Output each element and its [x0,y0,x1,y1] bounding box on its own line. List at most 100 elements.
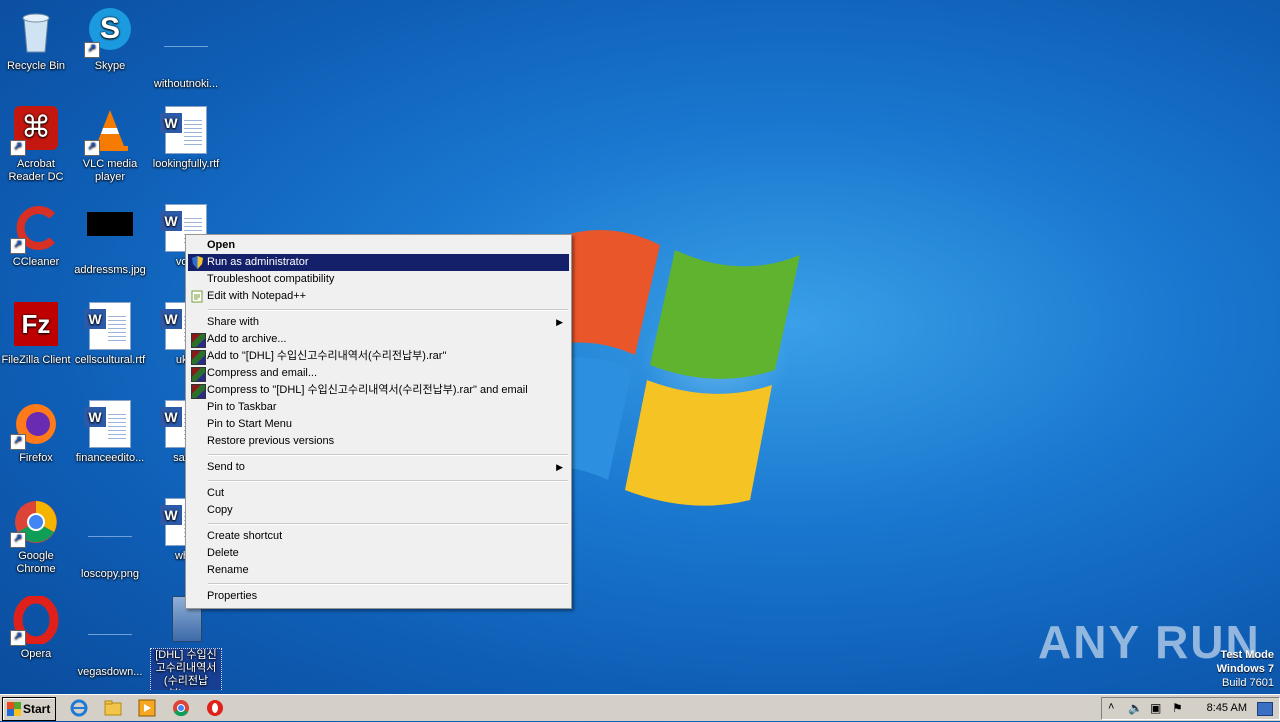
action-center-flag-icon[interactable]: ⚑ [1172,701,1183,715]
build-text: Build 7601 [1222,677,1274,689]
system-tray: ˄ 🔈 ▣ ⚑ 8:45 AM [1101,697,1280,720]
winrar-icon [191,350,206,365]
menu-item-compress-email[interactable]: Compress and email... [188,365,569,382]
desktop-icon-financeedito[interactable]: W financeedito... [74,394,146,465]
menu-item-open[interactable]: Open [188,237,569,254]
menu-item-compress-to-rar-email[interactable]: Compress to "[DHL] 수입신고수리내역서(수리전납부).rar"… [188,382,569,399]
ccleaner-icon: ↗ [10,204,60,254]
menu-item-pin-taskbar[interactable]: Pin to Taskbar [188,399,569,416]
desktop-icon-acrobat[interactable]: ⌘ ↗ Acrobat Reader DC [0,100,72,184]
icon-label: Google Chrome [16,550,56,575]
menu-item-add-to-archive[interactable]: Add to archive... [188,331,569,348]
media-player-icon[interactable] [138,699,156,717]
internet-explorer-icon[interactable] [70,699,88,717]
desktop-icon-chrome[interactable]: ↗ Google Chrome [0,492,72,576]
menu-item-properties[interactable]: Properties [188,588,569,605]
menu-item-label: Create shortcut [207,530,283,542]
menu-item-label: Edit with Notepad++ [207,290,307,302]
taskbar: Start ˄ 🔈 ▣ ⚑ 8:45 AM [0,694,1280,721]
menu-item-label: Compress and email... [207,367,318,379]
submenu-arrow-icon: ▶ [556,317,563,327]
icon-label: Acrobat Reader DC [8,158,64,183]
menu-item-cut[interactable]: Cut [188,485,569,502]
winrar-icon [191,367,206,382]
icon-label: vegasdown... [77,666,143,678]
menu-item-rename[interactable]: Rename [188,562,569,579]
menu-item-create-shortcut[interactable]: Create shortcut [188,528,569,545]
menu-item-edit-notepadpp[interactable]: Edit with Notepad++ [188,288,569,305]
context-menu: Open Run as administrator Troubleshoot c… [185,234,572,609]
submenu-arrow-icon: ▶ [556,462,563,472]
icon-label: addressms.jpg [74,264,146,276]
opera-icon: ↗ [10,594,60,646]
vlc-icon: ↗ [84,106,134,156]
menu-item-copy[interactable]: Copy [188,502,569,519]
icon-label: VLC media player [82,158,138,183]
menu-item-send-to[interactable]: Send to ▶ [188,459,569,476]
menu-item-label: Pin to Taskbar [207,401,277,413]
desktop-icon-skype[interactable]: S ↗ Skype [74,2,146,73]
desktop-icon-withoutnoki[interactable]: withoutnoki... [150,2,222,91]
network-icon[interactable]: ▣ [1150,701,1161,715]
uac-shield-icon [192,256,203,269]
icon-label: financeedito... [75,452,145,464]
menu-item-restore-versions[interactable]: Restore previous versions [188,433,569,450]
desktop-icon-opera[interactable]: ↗ Opera [0,590,72,661]
menu-item-label: Share with [207,316,259,328]
menu-item-label: Delete [207,547,239,559]
desktop-icon-filezilla[interactable]: Fz FileZilla Client [0,296,72,367]
volume-icon[interactable]: 🔈 [1128,701,1143,715]
test-mode-text: Test Mode [1220,649,1274,661]
desktop-icon-ccleaner[interactable]: ↗ CCleaner [0,198,72,269]
icon-label: Skype [94,60,126,72]
opera-icon[interactable] [206,699,224,717]
menu-item-label: Add to archive... [207,333,287,345]
menu-item-label: Restore previous versions [207,435,335,447]
desktop-icon-cellscultural[interactable]: W cellscultural.rtf [74,296,146,367]
menu-separator [208,454,568,456]
tray-expand-icon[interactable]: ˄ [1108,701,1114,713]
desktop-icon-vlc[interactable]: ↗ VLC media player [74,100,146,184]
menu-item-share-with[interactable]: Share with ▶ [188,314,569,331]
start-button[interactable]: Start [2,697,56,721]
test-mode-label: Test Mode Windows 7 Build 7601 [1217,648,1274,690]
menu-separator [208,583,568,585]
menu-item-add-to-rar[interactable]: Add to "[DHL] 수입신고수리내역서(수리전납부).rar" [188,348,569,365]
explorer-folder-icon[interactable] [104,699,122,717]
show-desktop-icon[interactable] [1257,702,1273,716]
chrome-icon: ↗ [10,498,60,548]
firefox-icon: ↗ [10,400,60,450]
icon-label: withoutnoki... [153,78,219,90]
menu-item-delete[interactable]: Delete [188,545,569,562]
menu-item-run-as-admin[interactable]: Run as administrator [188,254,569,271]
menu-item-label: Pin to Start Menu [207,418,292,430]
menu-item-pin-start[interactable]: Pin to Start Menu [188,416,569,433]
menu-item-label: Cut [207,487,225,499]
desktop-icon-recycle-bin[interactable]: Recycle Bin [0,2,72,73]
desktop-icon-loscopy[interactable]: loscopy.png [74,492,146,581]
clock[interactable]: 8:45 AM [1207,698,1247,719]
desktop-icon-lookingfully[interactable]: W lookingfully.rtf [150,100,222,171]
icon-label: FileZilla Client [1,354,71,366]
chrome-icon[interactable] [172,699,190,717]
icon-label: CCleaner [12,256,60,268]
desktop-icon-addressms[interactable]: addressms.jpg [74,198,146,277]
skype-icon: S ↗ [84,8,134,58]
icon-label: loscopy.png [81,568,139,580]
menu-item-troubleshoot[interactable]: Troubleshoot compatibility [188,271,569,288]
word-doc-icon: W [84,302,134,350]
notepadpp-icon [191,290,203,303]
menu-item-label: Troubleshoot compatibility [207,273,335,285]
desktop-icon-firefox[interactable]: ↗ Firefox [0,394,72,465]
desktop-icon-vegasdown[interactable]: vegasdown... [74,590,146,679]
image-file-icon [86,212,134,260]
icon-label: Opera [20,648,52,660]
filezilla-icon: Fz [12,302,60,350]
start-label: Start [23,702,51,716]
windows-flag-icon [7,702,21,716]
word-doc-icon: W [160,106,210,154]
image-file-icon [86,614,134,662]
word-doc-icon: W [84,400,134,448]
icon-label: Firefox [19,452,53,464]
recycle-bin-icon [12,8,60,56]
